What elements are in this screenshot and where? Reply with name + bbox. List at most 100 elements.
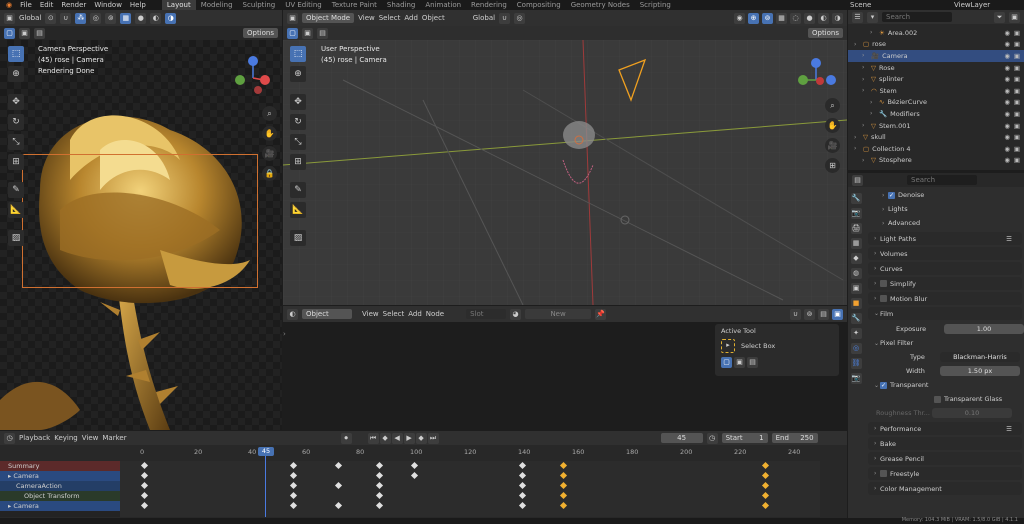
display-mode-icon[interactable]: ▾ <box>867 11 878 23</box>
select-tool-icon[interactable]: ⬚ <box>290 46 306 62</box>
visibility-eye-icon[interactable]: ◉ <box>1004 98 1010 106</box>
menu-keying[interactable]: Keying <box>54 434 78 442</box>
playhead-line[interactable] <box>265 447 266 517</box>
list-icon[interactable]: ☰ <box>1006 235 1012 243</box>
expand-icon[interactable]: › <box>870 110 876 117</box>
keyframe-marker[interactable] <box>518 501 527 510</box>
render-camera-icon[interactable]: ▣ <box>1014 40 1020 48</box>
new-collection-icon[interactable]: ▣ <box>1009 11 1020 23</box>
visibility-eye-icon[interactable]: ◉ <box>1004 87 1010 95</box>
end-frame-field[interactable]: End 250 <box>771 433 818 443</box>
filter-type-select[interactable]: Blackman-Harris <box>940 352 1020 362</box>
editor-type-icon[interactable]: ☰ <box>852 11 863 23</box>
tab-uv-editing[interactable]: UV Editing <box>280 0 327 10</box>
select-tool-icon[interactable]: ⬚ <box>8 46 24 62</box>
keyframe-marker[interactable] <box>335 481 343 490</box>
annotate-tool-icon[interactable]: ✎ <box>8 182 24 198</box>
expand-icon[interactable]: › <box>854 145 860 152</box>
keyframe-marker[interactable] <box>761 471 770 480</box>
transparent-glass-checkbox[interactable] <box>934 395 941 403</box>
properties-search-input[interactable]: Search <box>907 175 977 185</box>
menu-view[interactable]: View <box>82 434 99 442</box>
outliner-item[interactable]: › 🎥 Camera ◉ ▣ <box>848 50 1024 62</box>
keyframe-marker[interactable] <box>375 471 383 480</box>
solid-shading-icon[interactable]: ● <box>135 12 147 24</box>
render-camera-icon[interactable]: ▣ <box>1014 29 1020 37</box>
menu-help[interactable]: Help <box>130 1 146 9</box>
xray-icon[interactable]: ▦ <box>776 12 787 24</box>
move-tool-icon[interactable]: ✥ <box>290 94 306 110</box>
menu-window[interactable]: Window <box>94 1 122 9</box>
menu-edit[interactable]: Edit <box>40 1 54 9</box>
light-paths-panel[interactable]: › Light Paths ☰ <box>868 232 1022 245</box>
list-icon[interactable]: ☰ <box>1006 425 1012 433</box>
outliner-item[interactable]: › ▽ Stosphere ◉ ▣ <box>848 155 1024 167</box>
tab-modeling[interactable]: Modeling <box>196 0 238 10</box>
tab-shading[interactable]: Shading <box>382 0 420 10</box>
editor-type-icon[interactable]: ◷ <box>4 432 15 444</box>
grid-view-icon[interactable]: ⊞ <box>825 158 840 173</box>
visibility-eye-icon[interactable]: ◉ <box>1004 122 1010 130</box>
select-box-icon[interactable]: ▸ <box>721 339 735 353</box>
pan-hand-icon[interactable]: ✋ <box>262 126 277 141</box>
shader-node-editor[interactable]: ◐ Object View Select Add Node Slot ◕ New… <box>283 306 847 430</box>
select-extend-icon[interactable]: ▣ <box>302 27 313 39</box>
keyframe-marker[interactable] <box>559 481 567 490</box>
object-tab-icon[interactable]: ■ <box>850 298 862 309</box>
select-subtract-icon[interactable]: ▤ <box>747 357 758 368</box>
channel-camera-data[interactable]: ▸ Camera <box>0 501 120 511</box>
render-camera-icon[interactable]: ▣ <box>1014 110 1020 118</box>
zoom-icon[interactable]: ⌕ <box>825 98 840 113</box>
keyframe-marker[interactable] <box>140 491 149 500</box>
pixel-filter-row[interactable]: ⌄ Pixel Filter <box>866 336 1024 350</box>
expand-icon[interactable]: › <box>854 41 860 48</box>
tab-geometry-nodes[interactable]: Geometry Nodes <box>566 0 635 10</box>
menu-select[interactable]: Select <box>383 310 405 318</box>
transform-tool-icon[interactable]: ⊞ <box>290 154 306 170</box>
world-tab-icon[interactable]: ◍ <box>850 268 862 279</box>
keyframe-marker[interactable] <box>518 481 527 490</box>
keyframe-marker[interactable] <box>761 461 770 470</box>
keyframe-marker[interactable] <box>410 461 419 470</box>
snap-toggle-icon[interactable]: ⁂ <box>75 12 87 24</box>
scene-name[interactable]: Scene <box>850 1 890 9</box>
keyframe-marker[interactable] <box>289 471 297 480</box>
view-layer-tab-icon[interactable]: ▦ <box>850 238 862 249</box>
keyframe-marker[interactable] <box>559 501 567 510</box>
blender-logo-icon[interactable]: ◉ <box>6 1 12 9</box>
options-button[interactable]: Options <box>242 28 278 38</box>
editor-type-icon[interactable]: ▣ <box>4 12 15 24</box>
orientation-select[interactable]: Global <box>473 14 495 22</box>
record-icon[interactable]: ⏺ <box>340 432 352 444</box>
freestyle-checkbox[interactable] <box>880 470 887 477</box>
expand-icon[interactable]: › <box>862 52 868 59</box>
cursor-tool-icon[interactable]: ⊕ <box>8 66 24 82</box>
outliner-item[interactable]: › ▽ splinter ◉ ▣ <box>848 73 1024 85</box>
menu-add[interactable]: Add <box>404 14 418 22</box>
render-camera-icon[interactable]: ▣ <box>1014 122 1020 130</box>
select-subtract-icon[interactable]: ▤ <box>34 27 45 39</box>
add-cube-tool-icon[interactable]: ▨ <box>8 230 24 246</box>
start-frame-field[interactable]: Start 1 <box>721 433 768 443</box>
keyframe-marker[interactable] <box>559 471 567 480</box>
next-keyframe-icon[interactable]: ◆ <box>415 432 427 444</box>
add-cube-tool-icon[interactable]: ▨ <box>290 230 306 246</box>
expand-icon[interactable]: › <box>870 99 876 106</box>
filter-icon[interactable]: ⏷ <box>994 11 1005 23</box>
snap-icon[interactable]: ∪ <box>790 308 801 320</box>
select-subtract-icon[interactable]: ▤ <box>317 27 328 39</box>
snap-icon[interactable]: ∪ <box>499 12 511 24</box>
channel-camera-action[interactable]: CameraAction <box>0 481 120 491</box>
constraints-tab-icon[interactable]: ⛓ <box>850 358 862 369</box>
menu-playback[interactable]: Playback <box>19 434 50 442</box>
measure-tool-icon[interactable]: 📐 <box>8 202 24 218</box>
render-camera-icon[interactable]: ▣ <box>1014 87 1020 95</box>
keyframe-marker[interactable] <box>518 491 527 500</box>
backdrop-icon[interactable]: ▤ <box>818 308 829 320</box>
bake-panel[interactable]: › Bake <box>868 437 1022 450</box>
menu-view[interactable]: View <box>362 310 379 318</box>
cursor-tool-icon[interactable]: ⊕ <box>290 66 306 82</box>
xray-icon[interactable]: ▦ <box>120 12 132 24</box>
annotate-tool-icon[interactable]: ✎ <box>290 182 306 198</box>
rendered-shading-icon[interactable]: ◑ <box>832 12 843 24</box>
